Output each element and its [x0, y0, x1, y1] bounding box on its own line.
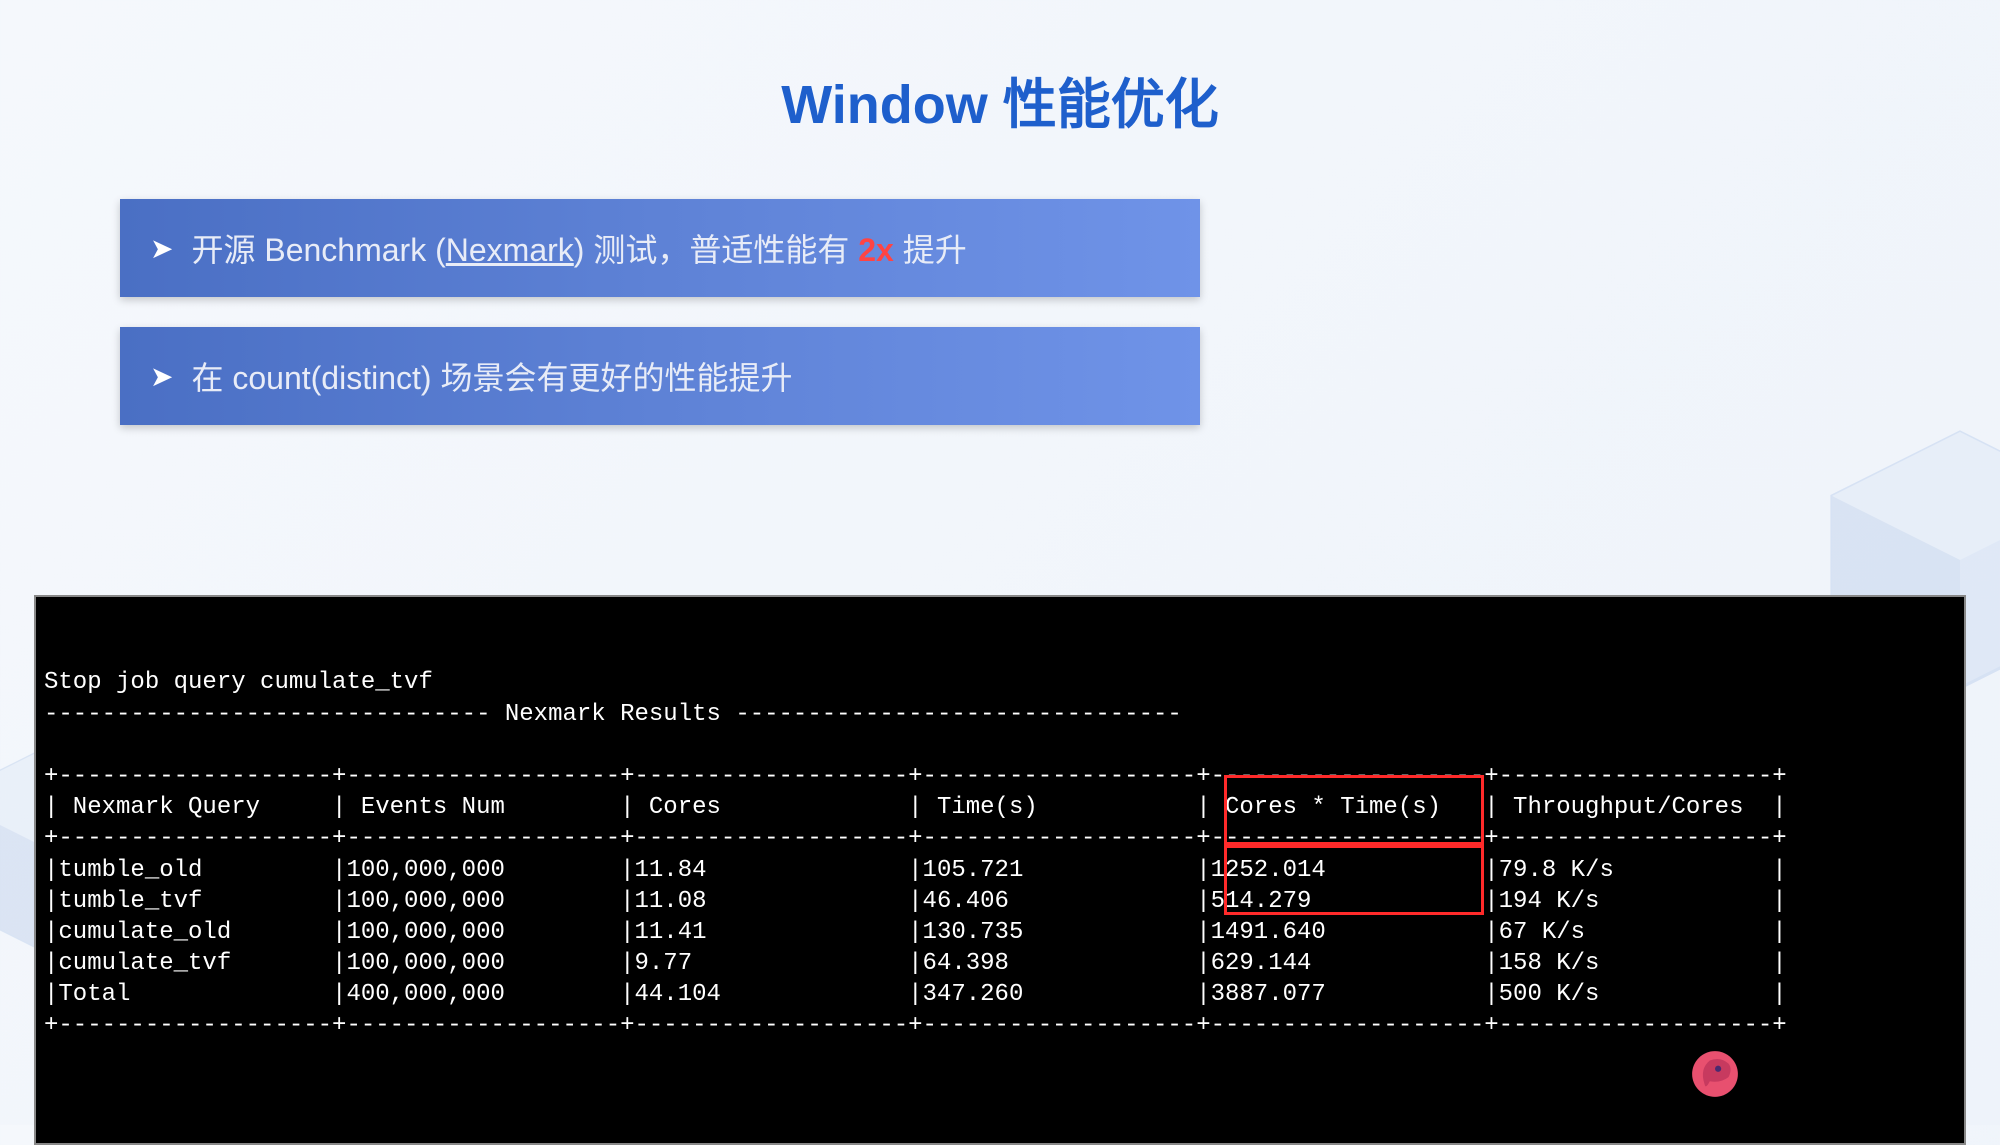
flink-squirrel-icon	[1689, 1048, 1741, 1100]
slide-title: Window 性能优化	[0, 0, 2000, 139]
footer-logo: Apache Flink	[1689, 1048, 1940, 1100]
highlight-2x: 2x	[858, 232, 894, 268]
terminal-output: Stop job query cumulate_tvf ------------…	[34, 595, 1966, 1145]
bullet-1-text: 开源 Benchmark (Nexmark) 测试，普适性能有 2x 提升	[191, 225, 966, 271]
bullet-arrow-icon: ➤	[150, 360, 173, 393]
bullet-1: ➤ 开源 Benchmark (Nexmark) 测试，普适性能有 2x 提升	[120, 199, 1200, 297]
footer-brand: Apache Flink	[1753, 1057, 1940, 1091]
nexmark-link: Nexmark	[446, 232, 574, 268]
bullet-2-text: 在 count(distinct) 场景会有更好的性能提升	[191, 353, 792, 399]
bullet-arrow-icon: ➤	[150, 232, 173, 265]
terminal-text: Stop job query cumulate_tvf ------------…	[44, 667, 1956, 1041]
bullet-2: ➤ 在 count(distinct) 场景会有更好的性能提升	[120, 327, 1200, 425]
